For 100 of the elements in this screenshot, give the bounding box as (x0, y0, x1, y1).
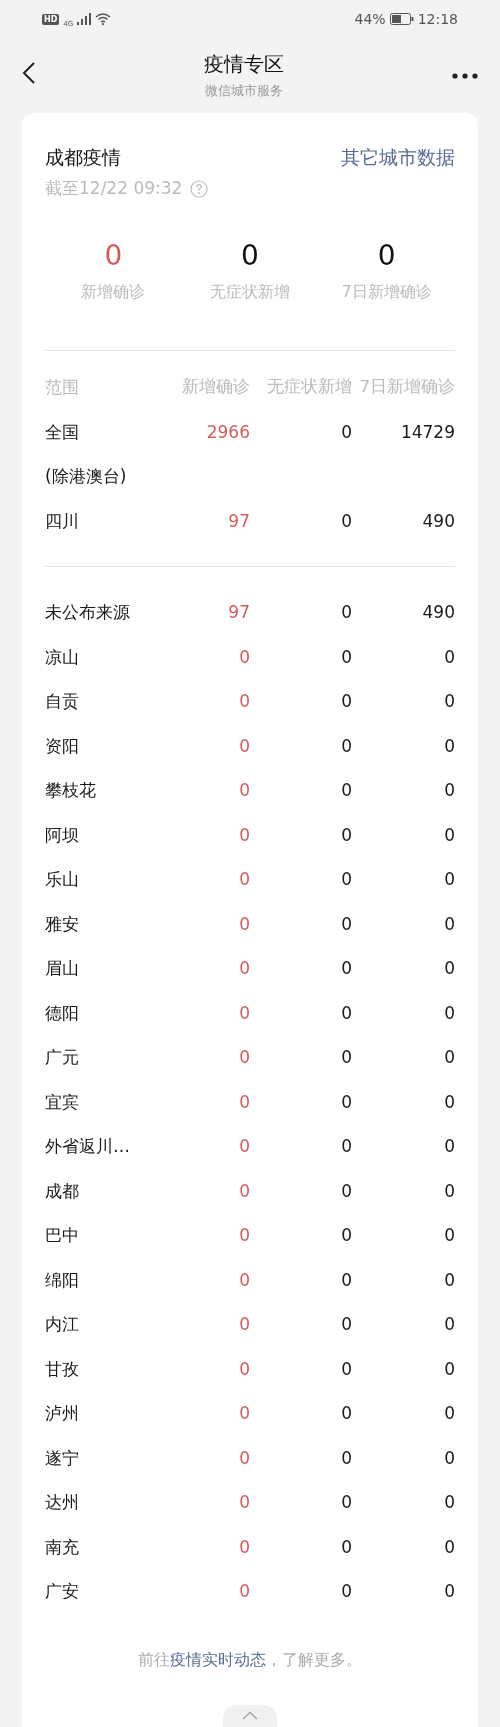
table-cell-text: 0 (443, 1224, 455, 1247)
table-cell-text: 0 (340, 1535, 352, 1559)
table-cell-text: 0 (340, 868, 352, 891)
more-icon[interactable] (452, 72, 478, 79)
table-cell-text: 0 (443, 734, 455, 758)
table-cell-text: 0 (340, 1491, 352, 1514)
table-cell-text: 14729 (399, 420, 455, 444)
table-cell-text: 0 (340, 645, 352, 669)
table-cell-text: 0 (443, 1580, 455, 1603)
region-name: 广元 (45, 1046, 80, 1069)
region-name: 全国(除港澳台) (45, 420, 128, 488)
region-name: 雅安 (45, 912, 80, 936)
table-cell-text: 0 (238, 1313, 250, 1336)
table-cell-text: 97 (227, 601, 250, 624)
table-cell-text: 0 (238, 1224, 250, 1247)
table-cell-text: 0 (443, 1046, 455, 1069)
other-cities-link[interactable]: 其它城市数据 (341, 145, 455, 171)
stat-label: 7日新增确诊 (340, 282, 433, 303)
signal-icon (77, 13, 92, 25)
table-cell-text: 0 (238, 957, 250, 980)
table-cell-text: 0 (238, 690, 250, 713)
region-name: 甘孜 (45, 1357, 80, 1381)
table-cell-text: 97 (227, 509, 250, 533)
stat-value: 0 (240, 239, 260, 272)
region-name: 攀枝花 (45, 779, 97, 802)
table-cell-text: 2966 (205, 420, 250, 444)
battery-percent: 44% (354, 11, 386, 27)
page-title: 疫情专区 (204, 51, 284, 78)
region-name: 凉山 (45, 645, 80, 669)
table-cell-text: 0 (238, 645, 250, 669)
table-cell-text: 0 (340, 1446, 352, 1470)
region-name: 内江 (45, 1313, 80, 1336)
table-cell-text: 0 (443, 823, 455, 847)
region-name: 南充 (45, 1535, 80, 1559)
table-cell-text: 0 (443, 1135, 455, 1158)
region-name: 遂宁 (45, 1446, 80, 1470)
table-cell-text: 0 (443, 1001, 455, 1025)
table-cell-text: 0 (340, 734, 352, 758)
table-cell-text: 0 (443, 1402, 455, 1425)
stat-value: 0 (376, 239, 397, 272)
table-cell-text: 0 (238, 1535, 250, 1559)
region-name: 巴中 (45, 1224, 80, 1247)
region-name: 眉山 (45, 957, 80, 980)
back-icon[interactable] (22, 60, 36, 85)
column-header: 7日新增确诊 (358, 376, 455, 398)
table-cell-text: 0 (238, 1402, 250, 1425)
update-time: 截至12/22 09:32 (45, 177, 183, 200)
region-name: 绵阳 (45, 1268, 80, 1292)
region-name: 泸州 (45, 1402, 80, 1425)
column-header: 范围 (45, 376, 80, 399)
table-cell-text: 0 (443, 868, 455, 891)
table-cell-text: 0 (443, 1491, 455, 1514)
region-name: 阿坝 (45, 823, 80, 847)
table-cell-text: 0 (340, 509, 352, 533)
table-cell-text: 0 (443, 957, 455, 980)
table-cell-text: 0 (238, 1090, 250, 1114)
table-cell-text: 0 (443, 912, 455, 936)
table-cell-text: 0 (443, 690, 455, 713)
column-header: 无症状新增 (266, 376, 352, 398)
table-cell-text: 0 (340, 420, 352, 444)
table-cell-text: 0 (340, 1402, 352, 1425)
page-subtitle: 微信城市服务 (204, 83, 284, 100)
table-cell-text: 490 (421, 601, 455, 624)
table-cell-text: 0 (340, 957, 352, 980)
table-cell-text: 0 (238, 779, 250, 802)
stat-value: 0 (103, 239, 124, 272)
table-cell-text: 0 (340, 1046, 352, 1069)
table-cell-text: 0 (340, 1090, 352, 1114)
table-cell-text: 0 (238, 1268, 250, 1292)
region-name: 四川 (45, 509, 80, 533)
table-cell-text: 0 (238, 1491, 250, 1514)
table-cell-text: 0 (340, 690, 352, 713)
table-cell-text: 490 (421, 509, 455, 533)
table-cell-text: 0 (443, 1313, 455, 1336)
table-cell-text: 0 (238, 1046, 250, 1069)
table-cell-text: 0 (238, 1179, 250, 1203)
clock-time: 12:18 (417, 11, 458, 27)
table-cell-text: 0 (238, 1357, 250, 1381)
table-cell-text: 0 (443, 1090, 455, 1114)
table-cell-text: 0 (443, 1535, 455, 1559)
table-cell-text: 0 (340, 601, 352, 624)
table-cell-text: 0 (340, 1135, 352, 1158)
table-cell-text: 0 (238, 734, 250, 758)
live-updates-link[interactable]: 疫情实时动态 (170, 1649, 266, 1669)
table-cell-text: 0 (443, 1357, 455, 1381)
battery-icon (389, 13, 414, 25)
table-cell-text: 0 (443, 779, 455, 802)
collapse-handle[interactable] (223, 1705, 277, 1727)
region-name: 成都 (45, 1179, 80, 1203)
stat-label: 无症状新增 (209, 282, 291, 303)
region-name: 外省返川… (45, 1135, 131, 1158)
region-name: 宜宾 (45, 1090, 80, 1114)
footer-note: 前往疫情实时动态，了解更多。 (137, 1649, 363, 1671)
table-cell-text: 0 (340, 823, 352, 847)
stat-label: 新增确诊 (80, 282, 147, 303)
table-cell-text: 0 (443, 1446, 455, 1470)
region-name: 自贡 (45, 690, 80, 713)
city-title: 成都疫情 (45, 145, 122, 170)
region-name: 广安 (45, 1580, 80, 1603)
table-cell-text: 0 (340, 1580, 352, 1603)
